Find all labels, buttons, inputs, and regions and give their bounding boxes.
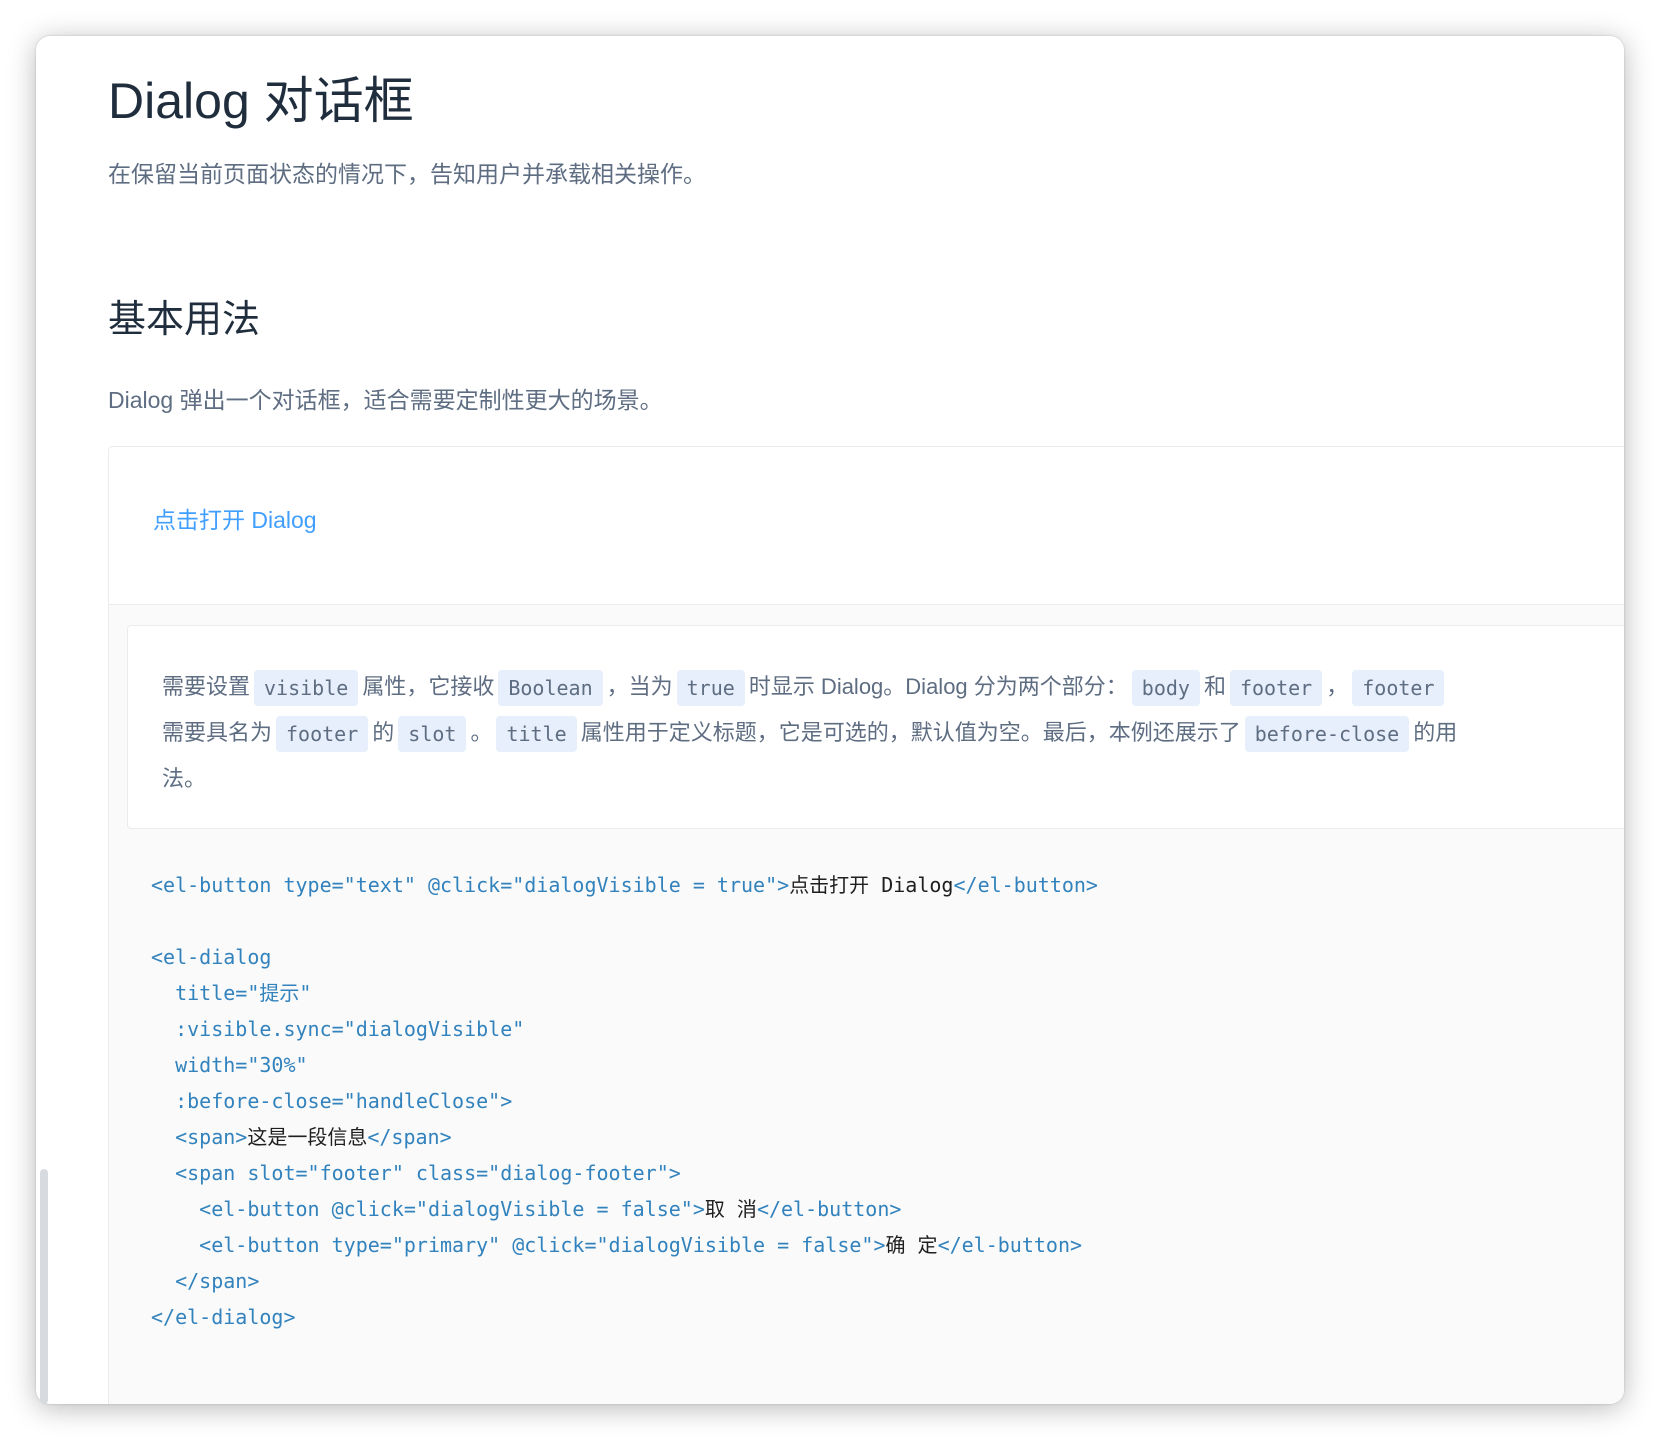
code-text: 取 消: [704, 1197, 757, 1221]
code-line: <el-dialog: [151, 945, 272, 969]
description-text: 需要设置: [162, 674, 251, 699]
demo-preview: 点击打开 Dialog: [109, 447, 1624, 605]
scrollbar-thumb[interactable]: [40, 1169, 48, 1404]
browser-window: Dialog 对话框 在保留当前页面状态的情况下，告知用户并承载相关操作。 基本…: [36, 36, 1624, 1404]
code-token: <el-button type="text" @click="dialogVis…: [151, 873, 790, 897]
section-title: 基本用法: [108, 299, 261, 341]
inline-code: Boolean: [498, 670, 603, 707]
description-text: ，当为: [606, 674, 673, 699]
code-token: </el-button>: [937, 1233, 1083, 1257]
description-text: ，: [1326, 674, 1349, 699]
code-line: </el-dialog>: [151, 1305, 296, 1329]
open-dialog-button[interactable]: 点击打开 Dialog: [153, 503, 317, 537]
code-text: 这是一段信息: [247, 1125, 368, 1149]
code-token: <el-button @click="dialogVisible = false…: [151, 1197, 705, 1221]
description-text: 的: [372, 720, 395, 745]
code-token: </el-button>: [756, 1197, 902, 1221]
code-text: 确 定: [885, 1233, 938, 1257]
code-token: <span>: [151, 1125, 248, 1149]
code-line: <el-button type="primary" @click="dialog…: [151, 1227, 1098, 1263]
description-text: 属性，它接收: [362, 674, 495, 699]
code-token: </el-button>: [953, 873, 1098, 897]
code-token: </span>: [367, 1125, 452, 1149]
description-text: 。: [470, 720, 493, 745]
description-text: 属性用于定义标题，它是可选的，默认值为空。最后，本例还展示了: [580, 720, 1241, 745]
page-description: 在保留当前页面状态的情况下，告知用户并承载相关操作。: [108, 161, 706, 187]
inline-code: title: [496, 716, 577, 753]
code-token: <el-button type="primary" @click="dialog…: [151, 1233, 886, 1257]
inline-code: before-close: [1244, 716, 1410, 753]
code-line: <el-button type="text" @click="dialogVis…: [151, 867, 1098, 903]
inline-code: footer: [276, 716, 369, 753]
code-example: <el-button type="text" @click="dialogVis…: [151, 867, 1098, 1335]
code-line: <span>这是一段信息</span>: [151, 1119, 1098, 1155]
inline-code: true: [676, 670, 745, 707]
code-text: 点击打开 Dialog: [789, 873, 954, 897]
code-line: :visible.sync="dialogVisible": [151, 1017, 525, 1041]
inline-code: slot: [398, 716, 467, 753]
inline-code: footer: [1229, 670, 1323, 707]
code-line: </span>: [151, 1269, 260, 1293]
inline-code: body: [1131, 670, 1200, 707]
code-line: :before-close="handleClose">: [151, 1089, 513, 1113]
description-text: 需要具名为: [162, 720, 273, 745]
code-line: <el-button @click="dialogVisible = false…: [151, 1191, 1098, 1227]
description-text: 和: [1203, 674, 1226, 699]
code-line: <span slot="footer" class="dialog-footer…: [151, 1161, 681, 1185]
description-text: 时显示 Dialog。Dialog 分为两个部分：: [748, 674, 1128, 699]
section-description: Dialog 弹出一个对话框，适合需要定制性更大的场景。: [108, 387, 663, 413]
inline-code: footer: [1352, 670, 1445, 707]
code-line: width="30%": [151, 1053, 308, 1077]
page-title: Dialog 对话框: [108, 73, 414, 129]
inline-code: visible: [254, 670, 359, 707]
description-paragraph: 需要设置 visible 属性，它接收 Boolean ，当为 true 时显示 Dialo…: [162, 664, 1462, 802]
demo-description: 需要设置 visible 属性，它接收 Boolean ，当为 true 时显示 Dialo…: [127, 625, 1624, 829]
demo-block: 点击打开 Dialog 需要设置 visible 属性，它接收 Boolean ，当为 t…: [108, 446, 1624, 1404]
code-line: title="提示": [151, 981, 312, 1005]
demo-code-panel: 需要设置 visible 属性，它接收 Boolean ，当为 true 时显示 Dialo…: [109, 605, 1624, 1404]
